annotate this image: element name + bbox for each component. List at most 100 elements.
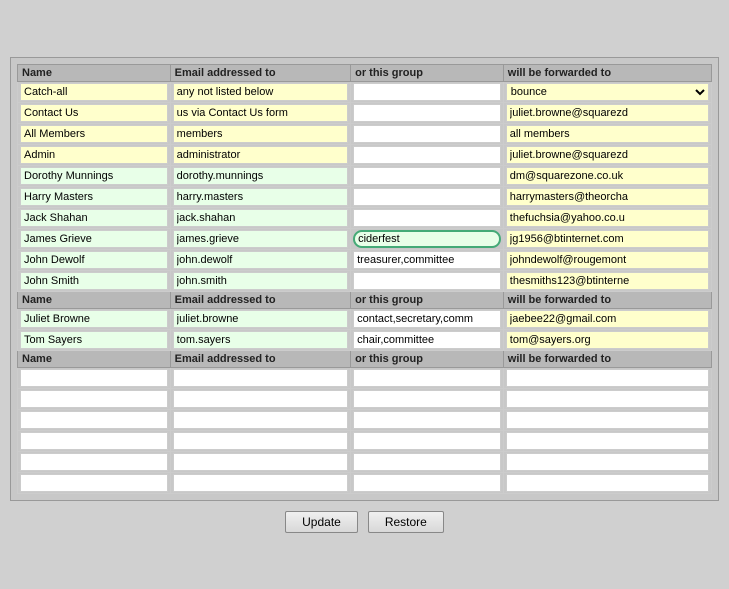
email-input[interactable] (173, 188, 348, 206)
group-input[interactable] (353, 453, 501, 471)
group-input[interactable] (353, 411, 501, 429)
name-input[interactable] (20, 146, 168, 164)
table-wrapper: Name Email addressed to or this group wi… (10, 57, 719, 501)
email-input[interactable] (173, 474, 348, 492)
forward-input[interactable] (506, 188, 709, 206)
name-cell (18, 228, 171, 249)
email-input[interactable] (173, 390, 348, 408)
email-input[interactable] (173, 83, 348, 101)
group-cell (351, 102, 504, 123)
group-input[interactable] (353, 432, 501, 450)
email-input[interactable] (173, 331, 348, 349)
forward-input[interactable] (506, 474, 709, 492)
group-input[interactable] (353, 230, 501, 248)
email-cell (170, 207, 350, 228)
col-header-email-3: Email addressed to (170, 350, 350, 367)
name-cell (18, 388, 171, 409)
group-input[interactable] (353, 146, 501, 164)
email-cell (170, 102, 350, 123)
button-row: Update Restore (10, 511, 719, 533)
group-input[interactable] (353, 104, 501, 122)
email-input[interactable] (173, 209, 348, 227)
group-input[interactable] (353, 251, 501, 269)
email-input[interactable] (173, 432, 348, 450)
name-input[interactable] (20, 230, 168, 248)
forward-input[interactable] (506, 125, 709, 143)
email-input[interactable] (173, 411, 348, 429)
name-input[interactable] (20, 104, 168, 122)
name-cell (18, 430, 171, 451)
group-input[interactable] (353, 390, 501, 408)
group-input[interactable] (353, 310, 501, 328)
forward-input[interactable] (506, 167, 709, 185)
email-input[interactable] (173, 230, 348, 248)
email-cell (170, 388, 350, 409)
email-input[interactable] (173, 167, 348, 185)
name-input[interactable] (20, 369, 168, 387)
email-cell (170, 451, 350, 472)
table-row: bounceignoreerror (18, 81, 712, 102)
email-input[interactable] (173, 251, 348, 269)
group-input[interactable] (353, 331, 501, 349)
name-input[interactable] (20, 331, 168, 349)
forward-input[interactable] (506, 272, 709, 290)
name-input[interactable] (20, 474, 168, 492)
name-input[interactable] (20, 390, 168, 408)
name-input[interactable] (20, 83, 168, 101)
group-input[interactable] (353, 369, 501, 387)
name-input[interactable] (20, 310, 168, 328)
group-input[interactable] (353, 167, 501, 185)
forward-input[interactable] (506, 251, 709, 269)
email-cell (170, 144, 350, 165)
forward-cell (503, 472, 711, 493)
email-cell (170, 165, 350, 186)
table-row (18, 102, 712, 123)
email-input[interactable] (173, 125, 348, 143)
forward-select[interactable]: bounceignoreerror (506, 83, 709, 101)
forward-input[interactable] (506, 104, 709, 122)
forward-input[interactable] (506, 230, 709, 248)
restore-button[interactable]: Restore (368, 511, 444, 533)
group-input[interactable] (353, 83, 501, 101)
email-input[interactable] (173, 453, 348, 471)
name-input[interactable] (20, 188, 168, 206)
table-row (18, 165, 712, 186)
forward-input[interactable] (506, 411, 709, 429)
name-input[interactable] (20, 453, 168, 471)
forward-input[interactable] (506, 432, 709, 450)
forward-input[interactable] (506, 310, 709, 328)
name-input[interactable] (20, 209, 168, 227)
name-input[interactable] (20, 432, 168, 450)
group-input[interactable] (353, 272, 501, 290)
forward-input[interactable] (506, 331, 709, 349)
forward-input[interactable] (506, 369, 709, 387)
name-input[interactable] (20, 125, 168, 143)
group-cell (351, 409, 504, 430)
update-button[interactable]: Update (285, 511, 358, 533)
name-input[interactable] (20, 272, 168, 290)
email-input[interactable] (173, 369, 348, 387)
group-cell (351, 207, 504, 228)
name-input[interactable] (20, 251, 168, 269)
email-input[interactable] (173, 272, 348, 290)
group-cell (351, 367, 504, 388)
name-cell (18, 270, 171, 291)
group-input[interactable] (353, 125, 501, 143)
name-cell (18, 186, 171, 207)
table-row (18, 329, 712, 350)
name-cell (18, 102, 171, 123)
forward-input[interactable] (506, 209, 709, 227)
forward-input[interactable] (506, 453, 709, 471)
group-input[interactable] (353, 209, 501, 227)
email-input[interactable] (173, 310, 348, 328)
group-input[interactable] (353, 188, 501, 206)
group-input[interactable] (353, 474, 501, 492)
forward-cell (503, 451, 711, 472)
forward-input[interactable] (506, 146, 709, 164)
name-input[interactable] (20, 411, 168, 429)
email-input[interactable] (173, 146, 348, 164)
group-cell (351, 144, 504, 165)
forward-input[interactable] (506, 390, 709, 408)
name-input[interactable] (20, 167, 168, 185)
email-input[interactable] (173, 104, 348, 122)
